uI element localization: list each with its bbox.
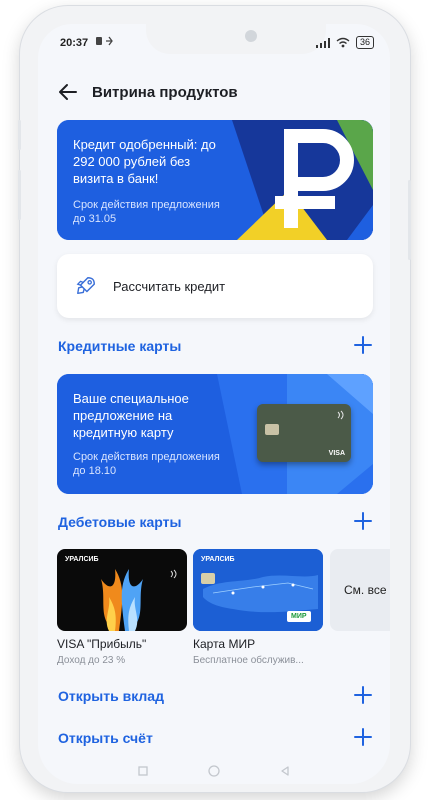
card-brand-logo: УРАЛСИБ: [201, 556, 235, 563]
home-icon[interactable]: [208, 765, 220, 777]
section-credit-cards-label: Кредитные карты: [58, 338, 182, 354]
credit-offer-title: Кредит одобренный: до 292 000 рублей без…: [73, 137, 216, 186]
app-header: Витрина продуктов: [38, 74, 390, 114]
see-all-button[interactable]: См. все: [330, 549, 390, 631]
rocket-icon: [76, 277, 95, 295]
card-brand-logo: УРАЛСИБ: [65, 556, 99, 563]
calculate-credit-button[interactable]: Рассчитать кредит: [57, 254, 373, 318]
plus-icon[interactable]: [353, 685, 373, 705]
page-title: Витрина продуктов: [92, 84, 238, 101]
plus-icon[interactable]: [353, 511, 373, 531]
debit-card-visa-pribyl[interactable]: УРАЛСИБ: [57, 549, 187, 631]
system-nav-bar: [38, 764, 390, 784]
phone-side-button: [18, 120, 21, 150]
debit-card-name: Карта МИР: [193, 637, 256, 651]
mir-logo: МИР: [287, 611, 311, 622]
back-arrow-icon[interactable]: [56, 80, 80, 104]
back-nav-icon[interactable]: [280, 766, 290, 776]
section-credit-cards[interactable]: Кредитные карты: [57, 335, 373, 359]
section-debit-cards-label: Дебетовые карты: [58, 514, 182, 530]
plus-icon[interactable]: [353, 335, 373, 355]
calculate-credit-label: Рассчитать кредит: [113, 279, 226, 294]
ruble-icon: [275, 129, 354, 228]
contactless-icon: [337, 410, 344, 420]
credit-offer-banner[interactable]: Кредит одобренный: до 292 000 рублей без…: [57, 120, 373, 240]
card-chip-icon: [201, 573, 215, 584]
battery-icon: 36: [355, 36, 374, 49]
contactless-icon: [170, 569, 177, 579]
plus-icon[interactable]: [353, 727, 373, 747]
debit-card-subtitle: Бесплатное обслужив...: [193, 655, 304, 666]
notification-icon: [96, 36, 113, 46]
status-time: 20:37: [60, 37, 89, 49]
section-open-deposit-label: Открыть вклад: [58, 688, 164, 704]
credit-card-image: VISA: [257, 404, 351, 462]
recent-apps-icon[interactable]: [138, 766, 148, 776]
wifi-icon: [336, 37, 350, 48]
credit-offer-subtitle: Срок действия предложения до 31.05: [73, 199, 220, 225]
phone-side-button: [18, 170, 21, 220]
section-open-account-label: Открыть счёт: [58, 730, 153, 746]
notification-icons: [96, 36, 118, 49]
card-chip-icon: [265, 424, 279, 435]
app-screen: 20:37 36 Витрина продуктов Кредит одобре…: [38, 24, 390, 784]
debit-card-subtitle: Доход до 23 %: [57, 655, 126, 666]
see-all-label: См. все: [344, 583, 387, 597]
debit-card-name: VISA "Прибыль": [57, 637, 147, 651]
credit-card-offer-title: Ваше специальное предложение на кредитну…: [73, 391, 189, 440]
phone-power-button: [408, 180, 411, 260]
credit-card-offer-banner[interactable]: VISA Ваше специальное предложение на кре…: [57, 374, 373, 494]
section-open-account[interactable]: Открыть счёт: [57, 727, 373, 751]
credit-card-offer-subtitle: Срок действия предложения до 18.10: [73, 451, 220, 477]
card-brand: VISA: [328, 450, 345, 457]
debit-card-mir[interactable]: УРАЛСИБ МИР: [193, 549, 323, 631]
status-bar: 20:37 36: [38, 24, 390, 60]
section-open-deposit[interactable]: Открыть вклад: [57, 685, 373, 709]
signal-icon: [315, 37, 330, 48]
debit-cards-carousel[interactable]: УРАЛСИБ VISA "Прибыль" Доход до 23 % УРА…: [57, 549, 390, 669]
section-debit-cards[interactable]: Дебетовые карты: [57, 511, 373, 535]
